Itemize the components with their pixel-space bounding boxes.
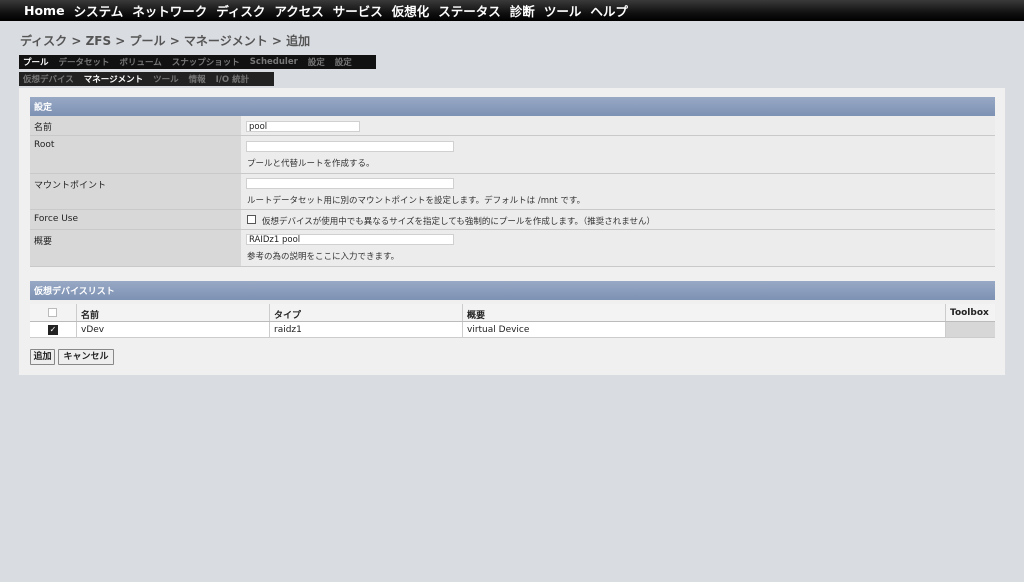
- tab-pool[interactable]: プール: [23, 56, 49, 68]
- secondary-tabbar: 仮想デバイス マネージメント ツール 情報 I/O 統計: [19, 72, 274, 86]
- tab-virtual-device[interactable]: 仮想デバイス: [23, 73, 74, 85]
- nav-access[interactable]: アクセス: [274, 1, 323, 20]
- root-row: Root プールと代替ルートを作成する。: [30, 136, 995, 174]
- tab-information[interactable]: 情報: [189, 73, 206, 85]
- nav-home[interactable]: Home: [24, 3, 65, 18]
- settings-header: 設定: [30, 97, 995, 116]
- tab-io-stats[interactable]: I/O 統計: [216, 73, 249, 85]
- mountpoint-label: マウントポイント: [30, 174, 241, 209]
- select-all-checkbox[interactable]: [48, 308, 57, 317]
- table-row[interactable]: ✓ vDev raidz1 virtual Device: [30, 322, 995, 338]
- cancel-button[interactable]: キャンセル: [58, 349, 114, 365]
- name-label: 名前: [30, 116, 241, 135]
- vdev-description: virtual Device: [462, 322, 945, 337]
- description-hint: 参考の為の説明をここに入力できます。: [247, 252, 400, 262]
- primary-tabbar: プール データセット ボリューム スナップショット Scheduler 設定 設…: [19, 55, 376, 69]
- col-toolbox: Toolbox: [945, 304, 995, 321]
- select-all-cell: [30, 304, 76, 321]
- vdev-type: raidz1: [269, 322, 462, 337]
- tab-management[interactable]: マネージメント: [84, 73, 143, 85]
- vdev-table-header: 名前 タイプ 概要 Toolbox: [30, 304, 995, 322]
- vdev-row-checkbox[interactable]: ✓: [48, 325, 58, 335]
- force-use-checkbox[interactable]: [247, 215, 256, 224]
- nav-virtualization[interactable]: 仮想化: [392, 1, 430, 20]
- description-label: 概要: [30, 230, 241, 266]
- tab-settings-2[interactable]: 設定: [335, 56, 352, 68]
- top-nav: Home システム ネットワーク ディスク アクセス サービス 仮想化 ステータ…: [0, 0, 1024, 21]
- add-button[interactable]: 追加: [30, 349, 55, 365]
- force-use-text: 仮想デバイスが使用中でも異なるサイズを指定しても強制的にプールを作成します。（推…: [262, 217, 655, 227]
- tab-dataset[interactable]: データセット: [59, 56, 110, 68]
- mountpoint-hint: ルートデータセット用に別のマウントポイントを設定します。デフォルトは /mnt …: [247, 196, 586, 206]
- description-row: 概要 RAIDz1 pool 参考の為の説明をここに入力できます。: [30, 230, 995, 267]
- vdev-name: vDev: [76, 322, 269, 337]
- tab-volume[interactable]: ボリューム: [120, 56, 162, 68]
- col-description: 概要: [462, 304, 945, 321]
- nav-help[interactable]: ヘルプ: [590, 1, 628, 20]
- vdev-list-header: 仮想デバイスリスト: [30, 281, 995, 300]
- main-panel: 設定 名前 pool Root プールと代替ルートを作成する。 マウントポイント…: [19, 88, 1005, 375]
- nav-diagnostics[interactable]: 診断: [510, 1, 535, 20]
- root-input[interactable]: [246, 141, 454, 152]
- nav-network[interactable]: ネットワーク: [132, 1, 207, 20]
- col-type: タイプ: [269, 304, 462, 321]
- name-input[interactable]: pool: [246, 121, 360, 132]
- nav-services[interactable]: サービス: [333, 1, 383, 20]
- root-label: Root: [30, 136, 241, 173]
- root-hint: プールと代替ルートを作成する。: [247, 159, 375, 169]
- nav-disk[interactable]: ディスク: [216, 1, 265, 20]
- name-row: 名前 pool: [30, 116, 995, 136]
- tab-snapshot[interactable]: スナップショット: [172, 56, 240, 68]
- nav-tools[interactable]: ツール: [544, 1, 582, 20]
- tab-settings-1[interactable]: 設定: [308, 56, 325, 68]
- vdev-toolbox[interactable]: [945, 322, 995, 337]
- breadcrumb: ディスク > ZFS > プール > マネージメント > 追加: [20, 34, 311, 48]
- tab-tools[interactable]: ツール: [153, 73, 179, 85]
- force-use-label: Force Use: [30, 210, 241, 229]
- nav-status[interactable]: ステータス: [438, 1, 501, 20]
- force-use-row: Force Use 仮想デバイスが使用中でも異なるサイズを指定しても強制的にプー…: [30, 210, 995, 230]
- mountpoint-input[interactable]: [246, 178, 454, 189]
- tab-scheduler[interactable]: Scheduler: [250, 57, 298, 67]
- description-input[interactable]: RAIDz1 pool: [246, 234, 454, 245]
- col-name: 名前: [76, 304, 269, 321]
- nav-system[interactable]: システム: [74, 1, 124, 20]
- mountpoint-row: マウントポイント ルートデータセット用に別のマウントポイントを設定します。デフォ…: [30, 174, 995, 210]
